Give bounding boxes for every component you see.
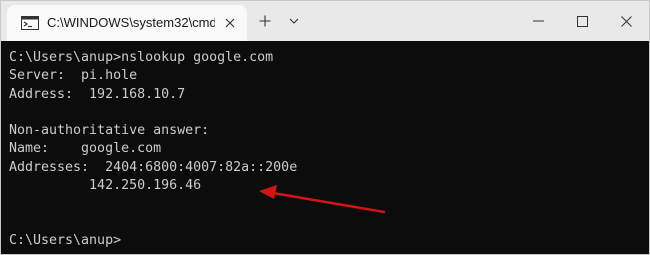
close-icon (225, 18, 235, 28)
terminal-line: 142.250.196.46 (9, 178, 202, 194)
maximize-button[interactable] (559, 1, 605, 41)
window-close-icon (620, 15, 632, 27)
terminal-line: C:\Users\anup> (9, 232, 122, 248)
tab-title: C:\WINDOWS\system32\cmd. (47, 15, 215, 30)
tab-dropdown-button[interactable] (285, 12, 303, 30)
window-close-button[interactable] (603, 1, 649, 41)
title-bar: C:\WINDOWS\system32\cmd. (1, 1, 649, 41)
chevron-down-icon (289, 18, 299, 24)
terminal-line: Name: google.com (9, 141, 162, 157)
minimize-icon (532, 20, 544, 22)
terminal-line: C:\Users\anup>nslookup google.com (9, 50, 274, 65)
plus-icon (259, 15, 271, 27)
maximize-icon (576, 15, 588, 27)
tab-cmd[interactable]: C:\WINDOWS\system32\cmd. (7, 5, 247, 41)
new-tab-button[interactable] (256, 12, 274, 30)
terminal-line: Addresses: 2404:6800:4007:82a::200e (9, 159, 298, 175)
minimize-button[interactable] (515, 1, 561, 41)
terminal-line: Server: pi.hole (9, 68, 138, 84)
terminal-output[interactable]: C:\Users\anup>nslookup google.com Server… (1, 41, 649, 254)
terminal-icon (21, 16, 39, 30)
terminal-window: C:\WINDOWS\system32\cmd. C:\Users\anup>n… (0, 0, 650, 255)
terminal-line: Non-authoritative answer: (9, 123, 210, 139)
terminal-line: Address: 192.168.10.7 (9, 86, 186, 102)
tab-close-button[interactable] (221, 14, 239, 32)
